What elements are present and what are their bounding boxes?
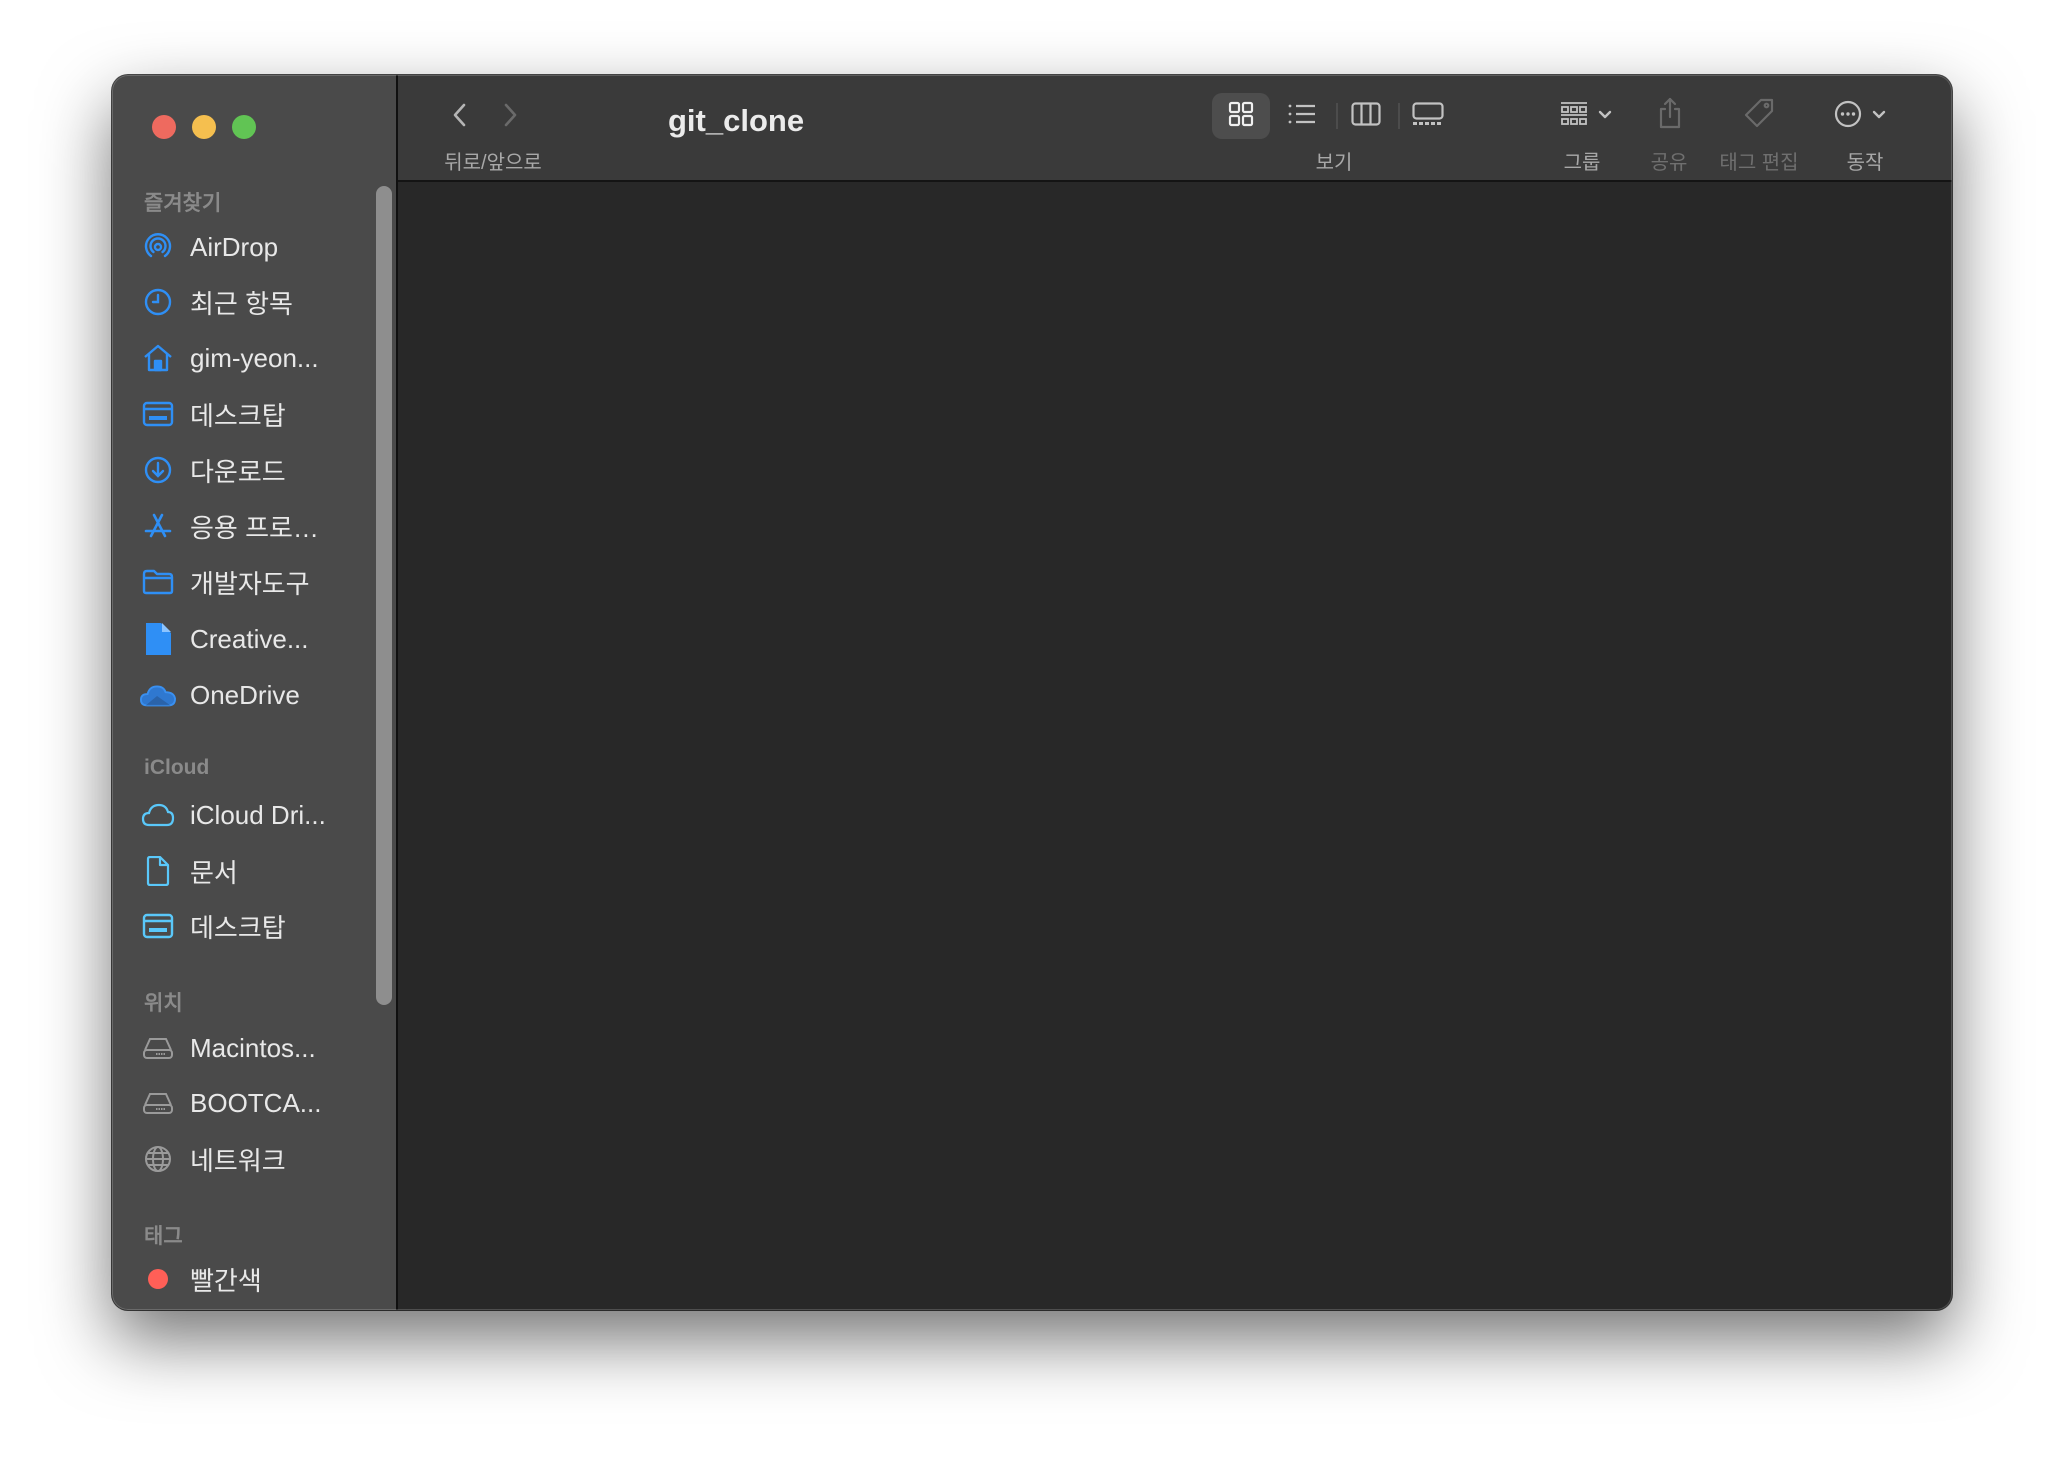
finder-window: 즐겨찾기 AirDrop 최근 항목 gim-yeon... 데스크탑 다운로드…: [112, 75, 1952, 1310]
ellipsis-circle-icon: [1834, 100, 1862, 133]
sidebar-item-label: 최근 항목: [190, 288, 293, 319]
sidebar-item-label: AirDrop: [190, 231, 279, 262]
sidebar-item-recents[interactable]: 최근 항목: [140, 280, 370, 324]
home-icon: [140, 340, 176, 376]
sidebar-item-macintosh-hd[interactable]: Macintos...: [140, 1026, 370, 1070]
folder-icon: [140, 564, 176, 600]
edit-tags-label: 태그 편집: [1719, 152, 1799, 174]
sidebar-item-label: 문서: [190, 857, 238, 888]
maximize-button[interactable]: [232, 115, 256, 139]
icloud-icon: [140, 797, 176, 833]
edit-tags-button[interactable]: [1736, 91, 1782, 139]
back-button[interactable]: [442, 99, 478, 135]
columns-icon: [1351, 101, 1381, 131]
chevron-right-icon: [502, 102, 518, 133]
share-icon: [1657, 97, 1683, 134]
sidebar-item-network[interactable]: 네트워크: [140, 1137, 370, 1181]
sidebar-item-label: BOOTCA...: [190, 1087, 322, 1118]
sidebar-item-creative[interactable]: Creative...: [140, 617, 370, 661]
toolbar: 뒤로/앞으로 git_clone 보기 그룹 공유 태그 편집 동작: [398, 75, 1952, 182]
back-forward-label: 뒤로/앞으로: [444, 152, 542, 174]
chevron-down-icon: [1598, 107, 1612, 125]
desktop-icon: [140, 396, 176, 432]
sidebar-item-label: 다운로드: [190, 456, 286, 487]
sidebar-header-icloud: iCloud: [144, 756, 210, 779]
action-button[interactable]: [1822, 93, 1898, 139]
sidebar-item-label: gim-yeon...: [190, 342, 319, 373]
sidebar-item-applications[interactable]: 응용 프로…: [140, 504, 370, 548]
applications-icon: [140, 508, 176, 544]
sidebar-item-label: 빨간색: [190, 1265, 262, 1296]
clock-icon: [140, 284, 176, 320]
sidebar-item-label: 응용 프로…: [190, 512, 319, 543]
sidebar-item-devtools[interactable]: 개발자도구: [140, 560, 370, 604]
group-icon: [1560, 101, 1588, 132]
document-icon: [140, 621, 176, 657]
action-label: 동작: [1846, 152, 1884, 174]
sidebar-item-desktop[interactable]: 데스크탑: [140, 392, 370, 436]
desktop-icon: [140, 908, 176, 944]
document-outline-icon: [140, 853, 176, 889]
share-button[interactable]: [1648, 91, 1692, 139]
sidebar-item-label: 데스크탑: [190, 912, 286, 943]
sidebar-item-home[interactable]: gim-yeon...: [140, 336, 370, 380]
sidebar-header-tags: 태그: [144, 1225, 183, 1248]
view-list-button[interactable]: [1274, 93, 1330, 139]
network-icon: [140, 1141, 176, 1177]
sidebar-item-downloads[interactable]: 다운로드: [140, 448, 370, 492]
gallery-icon: [1412, 101, 1444, 131]
group-label: 그룹: [1563, 152, 1601, 174]
sidebar-item-label: Creative...: [190, 623, 309, 654]
sidebar-item-airdrop[interactable]: AirDrop: [140, 225, 370, 269]
sidebar-item-icloud-desktop[interactable]: 데스크탑: [140, 904, 370, 948]
airdrop-icon: [140, 229, 176, 265]
sidebar-item-bootcamp[interactable]: BOOTCA...: [140, 1081, 370, 1125]
view-label: 보기: [1315, 152, 1353, 174]
list-icon: [1287, 102, 1317, 131]
view-column-button[interactable]: [1338, 93, 1394, 139]
tag-dot-icon: [140, 1261, 176, 1297]
sidebar-item-label: 데스크탑: [190, 400, 286, 431]
sidebar-scrollbar[interactable]: [376, 186, 392, 1005]
forward-button[interactable]: [492, 99, 528, 135]
close-button[interactable]: [152, 115, 176, 139]
sidebar-header-locations: 위치: [144, 992, 183, 1015]
onedrive-icon: [140, 677, 176, 713]
sidebar-item-label: Macintos...: [190, 1032, 316, 1063]
drive-icon: [140, 1085, 176, 1121]
tag-icon: [1743, 97, 1775, 134]
sidebar: 즐겨찾기 AirDrop 최근 항목 gim-yeon... 데스크탑 다운로드…: [112, 75, 398, 1310]
sidebar-item-label: OneDrive: [190, 679, 300, 710]
sidebar-item-onedrive[interactable]: OneDrive: [140, 673, 370, 717]
chevron-left-icon: [452, 102, 468, 133]
sidebar-item-tag-red[interactable]: 빨간색: [140, 1257, 370, 1301]
view-icon-button[interactable]: [1212, 93, 1270, 139]
grid-icon: [1228, 101, 1254, 132]
minimize-button[interactable]: [192, 115, 216, 139]
sidebar-header-favorites: 즐겨찾기: [144, 192, 222, 215]
view-gallery-button[interactable]: [1400, 93, 1456, 139]
window-title: git_clone: [668, 103, 805, 138]
sidebar-item-icloud-drive[interactable]: iCloud Dri...: [140, 793, 370, 837]
share-label: 공유: [1650, 152, 1688, 174]
drive-icon: [140, 1030, 176, 1066]
group-button[interactable]: [1550, 93, 1622, 139]
file-list-area[interactable]: [398, 182, 1952, 1310]
download-icon: [140, 452, 176, 488]
sidebar-item-label: 개발자도구: [190, 568, 310, 599]
sidebar-item-documents[interactable]: 문서: [140, 849, 370, 893]
sidebar-item-label: 네트워크: [190, 1145, 286, 1176]
sidebar-item-label: iCloud Dri...: [190, 799, 326, 830]
chevron-down-icon: [1872, 107, 1886, 125]
